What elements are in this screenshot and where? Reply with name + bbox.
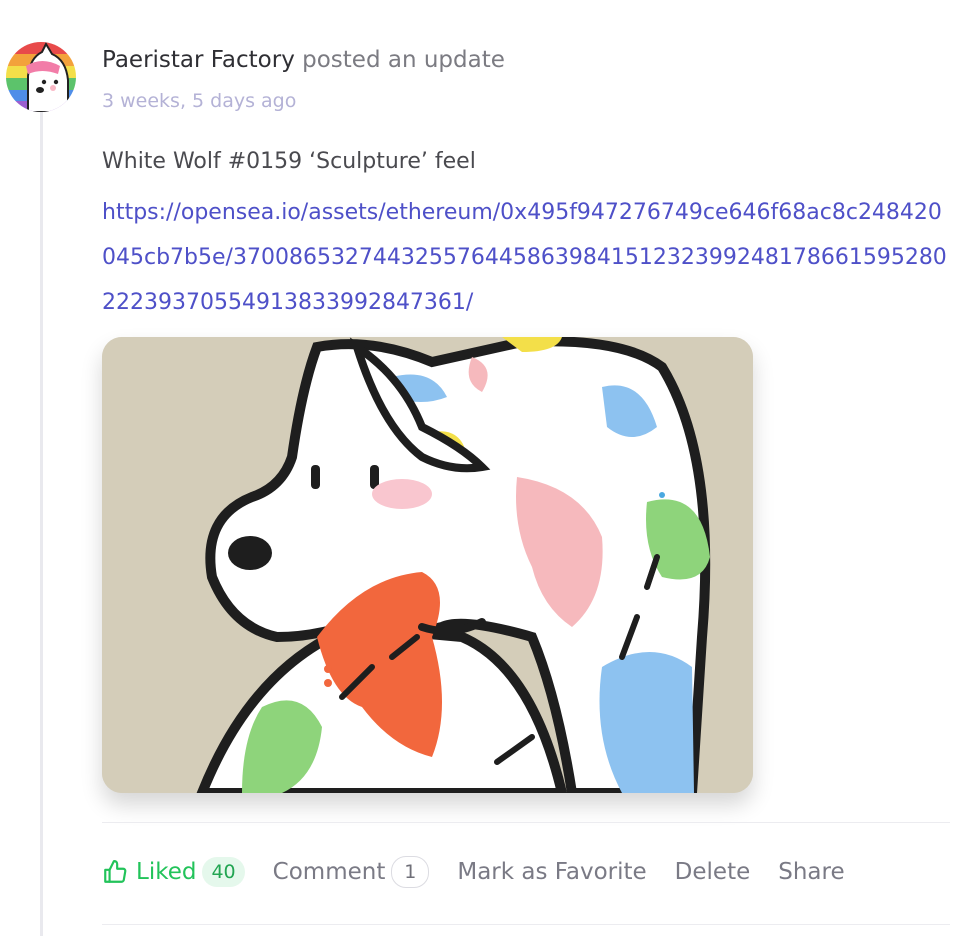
comment-count-badge: 1 [391, 856, 430, 888]
thread-line [40, 108, 43, 936]
post-text: White Wolf #0159 ‘Sculpture’ feel [102, 149, 476, 174]
post-image[interactable] [102, 337, 753, 793]
activity-action-text: posted an update [302, 47, 505, 73]
activity-header: Paeristar Factory posted an update [102, 44, 505, 76]
like-label: Liked [136, 859, 197, 885]
comment-button[interactable]: Comment 1 [273, 856, 430, 888]
divider-bottom [102, 924, 950, 925]
activity-timestamp[interactable]: 3 weeks, 5 days ago [102, 88, 296, 114]
thumbs-up-icon [104, 860, 127, 883]
like-button[interactable]: Liked 40 [102, 857, 245, 887]
delete-button[interactable]: Delete [675, 859, 751, 885]
post-link[interactable]: https://opensea.io/assets/ethereum/0x495… [102, 190, 952, 325]
author-link[interactable]: Paeristar Factory [102, 47, 295, 73]
like-count-badge: 40 [202, 857, 245, 887]
mark-as-favorite-button[interactable]: Mark as Favorite [457, 859, 646, 885]
avatar[interactable] [6, 42, 76, 112]
share-button[interactable]: Share [778, 859, 844, 885]
comment-label: Comment [272, 859, 386, 885]
divider-top [102, 822, 950, 823]
activity-actions: Liked 40 Comment 1 Mark as Favorite Dele… [102, 852, 845, 892]
